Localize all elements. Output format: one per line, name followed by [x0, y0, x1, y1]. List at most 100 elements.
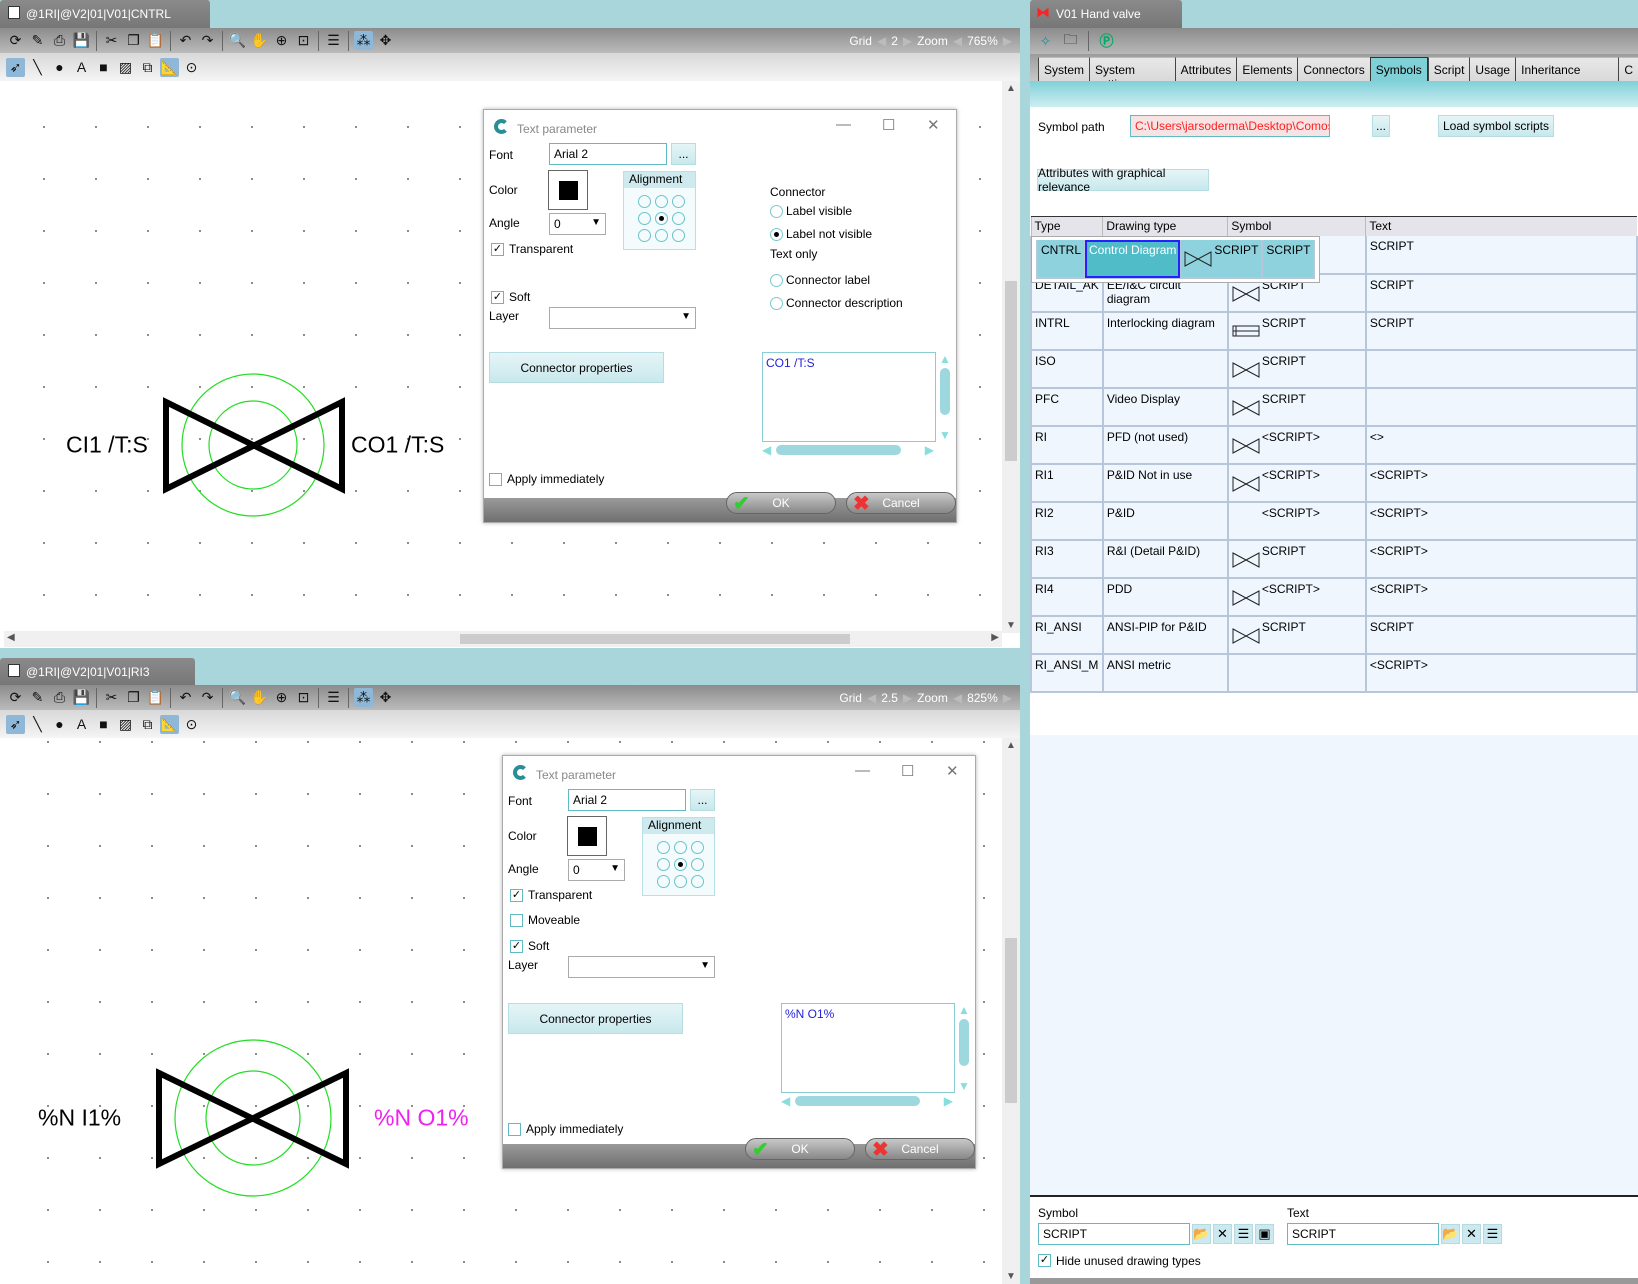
symbol-path-browse-button[interactable]: ... — [1372, 115, 1390, 137]
zoom-increase[interactable]: ▶ — [1003, 34, 1012, 48]
horizontal-scrollbar[interactable]: ◀ ▶ — [4, 631, 1002, 647]
line-icon[interactable]: ╲ — [28, 58, 47, 77]
align-bottom-center[interactable] — [655, 229, 668, 242]
vertical-scrollbar[interactable]: ▲ ▼ — [1002, 738, 1020, 1284]
color-swatch[interactable] — [548, 170, 588, 210]
text-cell[interactable] — [1364, 387, 1638, 427]
properties-window-tab[interactable]: ⧓ V01 Hand valve — [1030, 0, 1182, 28]
copy-icon[interactable]: ❐ — [124, 31, 143, 50]
type-cell[interactable]: RI_ANSI_M — [1030, 653, 1104, 693]
properties-icon[interactable]: ✎ — [28, 688, 47, 707]
rectangle-icon[interactable]: ■ — [94, 715, 113, 734]
hide-unused-checkbox[interactable]: ✓ — [1038, 1254, 1051, 1267]
zoom-icon[interactable]: 🔍 — [228, 688, 247, 707]
align-middle-center[interactable] — [655, 212, 668, 225]
text-field[interactable]: SCRIPT — [1287, 1223, 1439, 1245]
vertical-scrollbar[interactable]: ▲ ▼ — [1002, 81, 1020, 633]
load-symbol-scripts-button[interactable]: Load symbol scripts — [1438, 115, 1554, 137]
pan-hand-icon[interactable]: ✋ — [250, 31, 269, 50]
close-button[interactable]: ✕ — [927, 116, 940, 134]
symbol-cell[interactable]: SCRIPT — [1226, 349, 1367, 389]
soft-checkbox[interactable]: ✓ — [491, 291, 504, 304]
symbol-cell[interactable]: SCRIPT — [1226, 311, 1367, 351]
attributes-graphical-relevance-button[interactable]: Attributes with graphical relevance — [1037, 166, 1209, 194]
symbol-cell[interactable]: SCRIPT — [1179, 239, 1264, 279]
text-cell[interactable] — [1364, 349, 1638, 389]
save-icon[interactable]: 💾 — [72, 688, 91, 707]
table-row[interactable]: RI_ANSI ANSI-PIP for P&ID SCRIPT SCRIPT — [1030, 615, 1638, 655]
valve-inlet-label[interactable]: %N I1% — [38, 1105, 121, 1132]
align-middle-right[interactable] — [672, 212, 685, 225]
zoom-in-icon[interactable]: ⊕ — [272, 31, 291, 50]
text-value-area[interactable]: CO1 /T:S — [762, 352, 936, 442]
align-top-left[interactable] — [657, 841, 670, 854]
angle-select[interactable]: 0 ▼ — [568, 859, 625, 881]
layers-icon[interactable]: ☰ — [324, 31, 343, 50]
refresh-icon[interactable]: ⟳ — [6, 31, 25, 50]
text-icon[interactable]: A — [72, 715, 91, 734]
ok-button[interactable]: ✔ OK — [726, 492, 836, 515]
type-cell[interactable]: RI — [1030, 425, 1104, 465]
drawing-type-cell[interactable]: PDD — [1101, 577, 1229, 617]
properties-icon[interactable]: ✎ — [28, 31, 47, 50]
measure-icon[interactable]: 📐 — [160, 57, 179, 77]
edit-script-icon[interactable]: ☰ — [1234, 1224, 1253, 1244]
circle-icon[interactable]: ● — [50, 715, 69, 734]
grid-increase[interactable]: ▶ — [903, 34, 912, 48]
symbol-cell[interactable]: <SCRIPT> — [1226, 425, 1367, 465]
paste-icon[interactable]: 📋 — [146, 688, 165, 707]
valve-inlet-label[interactable]: CI1 /T:S — [66, 432, 148, 459]
top-window-tab[interactable]: @1RI|@V2|01|V01|CNTRL — [0, 0, 210, 28]
valve-outlet-label[interactable]: %N O1% — [374, 1105, 469, 1132]
table-row[interactable]: RI4 PDD <SCRIPT> <SCRIPT> — [1030, 577, 1638, 617]
align-middle-right[interactable] — [691, 858, 704, 871]
snap-icon[interactable]: ⁂ — [354, 688, 373, 707]
table-row[interactable]: ISO SCRIPT — [1030, 349, 1638, 389]
text-area-vscroll[interactable]: ▲ ▼ — [956, 1003, 972, 1093]
symbol-cell[interactable]: SCRIPT — [1226, 387, 1367, 427]
hatch-icon[interactable]: ▨ — [116, 715, 135, 734]
minimize-button[interactable]: — — [855, 762, 870, 779]
clear-x-icon[interactable]: ✕ — [1462, 1224, 1481, 1244]
print-icon[interactable]: ⎙ — [50, 688, 69, 707]
ok-button[interactable]: ✔ OK — [745, 1138, 855, 1161]
table-row[interactable]: RI2 P&ID <SCRIPT> <SCRIPT> — [1030, 501, 1638, 541]
grid-decrease[interactable]: ◀ — [867, 691, 876, 705]
soft-checkbox[interactable]: ✓ — [510, 940, 523, 953]
origin-icon[interactable]: ✥ — [376, 688, 395, 707]
zoom-decrease[interactable]: ◀ — [953, 691, 962, 705]
cancel-button[interactable]: ✖ Cancel — [865, 1138, 975, 1161]
text-area-hscroll[interactable]: ◀ ▶ — [762, 442, 936, 458]
connector-description-radio[interactable] — [770, 297, 783, 310]
hatch-icon[interactable]: ▨ — [116, 58, 135, 77]
group-icon[interactable]: ⧉ — [138, 715, 157, 734]
symbol-field[interactable]: SCRIPT — [1038, 1223, 1190, 1245]
align-top-right[interactable] — [691, 841, 704, 854]
type-cell[interactable]: CNTRL — [1035, 239, 1087, 279]
table-row[interactable]: RI_ANSI_M ANSI metric <SCRIPT> — [1030, 653, 1638, 693]
drawing-type-cell[interactable]: PFD (not used) — [1101, 425, 1229, 465]
text-area-hscroll[interactable]: ◀ ▶ — [781, 1093, 955, 1109]
properties-p-icon[interactable]: Ⓟ — [1097, 32, 1116, 51]
font-field[interactable]: Arial 2 — [568, 789, 686, 811]
table-row[interactable]: INTRL Interlocking diagram SCRIPT SCRIPT — [1030, 311, 1638, 351]
label-visible-radio[interactable] — [770, 205, 783, 218]
zoom-increase[interactable]: ▶ — [1003, 691, 1012, 705]
open-folder-icon[interactable]: 📂 — [1441, 1224, 1460, 1244]
align-middle-left[interactable] — [657, 858, 670, 871]
symbol-cell[interactable]: <SCRIPT> — [1226, 463, 1367, 503]
column-header[interactable]: Symbol — [1227, 216, 1366, 236]
apply-immediately-checkbox[interactable] — [508, 1123, 521, 1136]
snap-icon[interactable]: ⁂ — [354, 31, 373, 50]
group-icon[interactable]: ⧉ — [138, 58, 157, 77]
window-icon[interactable]: ▣ — [1255, 1224, 1274, 1244]
table-row[interactable]: PFC Video Display SCRIPT — [1030, 387, 1638, 427]
align-bottom-right[interactable] — [691, 875, 704, 888]
table-row[interactable]: CNTRL Control Diagram SCRIPT SCRIPT — [1031, 235, 1321, 283]
zoom-in-icon[interactable]: ⊕ — [272, 688, 291, 707]
line-icon[interactable]: ╲ — [28, 715, 47, 734]
type-cell[interactable]: RI_ANSI — [1030, 615, 1104, 655]
bottom-window-tab[interactable]: @1RI|@V2|01|V01|RI3 — [0, 658, 195, 685]
measure-icon[interactable]: 📐 — [160, 714, 179, 734]
folder-up-icon[interactable]: 🗀 — [1061, 31, 1080, 51]
